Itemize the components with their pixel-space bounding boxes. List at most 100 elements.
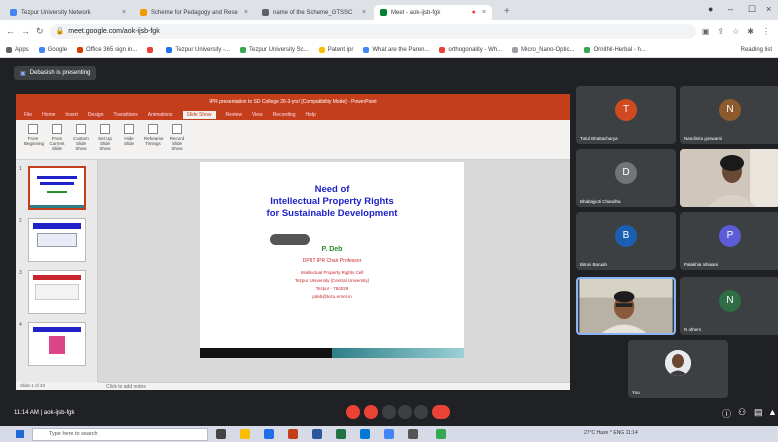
thumb-number: 3 [19,270,22,276]
bookmark-item[interactable]: Patent ipr [318,46,353,53]
browser-tab-active[interactable]: Meet - aok-ijsb-fgk ● × [374,5,492,20]
bookmark-item[interactable]: Tezpur University -... [166,46,230,53]
taskbar-search-input[interactable]: Type here to search [32,428,208,441]
bookmark-item[interactable] [147,46,156,53]
current-slide[interactable]: Need of Intellectual Property Rights for… [200,162,464,358]
bookmark-item[interactable]: Office 365 sign in... [77,46,138,53]
bookmark-item[interactable]: Google [38,46,67,53]
ribbon-button[interactable]: From Current Slide [48,124,66,151]
slide-footer-bar [200,348,464,358]
mic-off-icon[interactable] [346,405,360,419]
ribbon-button[interactable]: Hide Slide [120,124,138,146]
powerpoint-icon[interactable] [288,429,298,439]
star-icon[interactable]: ☆ [732,27,739,36]
back-icon[interactable]: ← [6,26,15,36]
chrome-icon[interactable] [384,429,394,439]
tab-favicon-icon [10,9,17,16]
present-icon[interactable] [414,405,428,419]
ribbon-button[interactable]: Rehearse Timings [144,124,164,146]
ribbon-button[interactable]: From Beginning [24,124,44,146]
bookmark-item[interactable]: What are the Paren... [363,46,429,53]
chat-icon[interactable]: ▤ [754,407,763,418]
self-tile[interactable]: You [628,340,728,398]
browser-tab[interactable]: Tezpur University Network × [4,5,132,20]
participant-avatar: B [615,225,637,247]
ppt-menu-tab[interactable]: Transitions [114,112,138,118]
ppt-menu-tab[interactable]: Design [88,112,104,118]
close-icon[interactable]: × [362,9,366,16]
slide-thumbnail[interactable] [28,270,86,314]
task-view-icon[interactable] [216,429,226,439]
camera-off-icon[interactable] [364,405,378,419]
bookmark-item[interactable]: Ornithil-Herbal - h... [584,46,646,53]
app-icon[interactable] [436,429,446,439]
bookmark-item[interactable]: orthogonality - Wh... [439,46,502,53]
participant-avatar: N [719,290,741,312]
participant-tile[interactable]: D Bhabajyoti Chandha [576,149,676,207]
maximize-icon[interactable]: ☐ [748,4,756,15]
participant-tile[interactable]: P Palakhia Ishiaani [680,212,778,270]
slide-thumbnail[interactable] [28,166,86,210]
activities-icon[interactable]: ▲ [768,407,777,417]
ribbon-icon [148,124,158,134]
slide-thumbnail[interactable] [28,218,86,262]
close-window-icon[interactable]: × [766,4,771,14]
reload-icon[interactable]: ↻ [36,26,44,37]
participant-video-tile[interactable] [680,149,778,207]
excel-icon[interactable] [336,429,346,439]
share-icon[interactable]: ⇪ [717,27,724,36]
app-icon[interactable] [408,429,418,439]
close-icon[interactable]: × [482,9,486,16]
bookmark-item[interactable]: Apps [6,46,29,53]
raise-hand-icon[interactable] [398,405,412,419]
ppt-menu-tab[interactable]: View [252,112,263,118]
ppt-menu-tab[interactable]: Home [42,112,55,118]
tab-favicon-icon [262,9,269,16]
ppt-menu-tab[interactable]: File [24,112,32,118]
notes-pane[interactable]: Click to add notes [98,382,570,390]
slide-thumbnail[interactable] [28,322,86,366]
browser-tab[interactable]: Scheme for Pedagogy and Rese × [134,5,254,20]
forward-icon[interactable]: → [21,26,30,36]
minimize-icon[interactable]: – [728,4,733,14]
ppt-menu-tab[interactable]: Insert [65,112,78,118]
browser-tab[interactable]: name of the Scheme_GTSSC × [256,5,372,20]
ppt-menu-tab[interactable]: Recording [273,112,296,118]
word-icon[interactable] [312,429,322,439]
close-icon[interactable]: × [244,9,248,16]
url-input[interactable]: 🔒 meet.google.com/aok-ijsb-fgk [49,23,696,39]
presenter-control-pill[interactable] [270,234,310,245]
menu-icon[interactable]: ⋮ [762,27,770,36]
participant-tile[interactable]: N N others [680,277,778,335]
bookmark-label: Office 365 sign in... [86,46,138,53]
info-icon[interactable]: ⓘ [722,407,731,420]
ribbon-button[interactable]: Set Up Slide Show [96,124,114,151]
participant-tile[interactable]: T Tutul Bhattacharya [576,86,676,144]
people-icon[interactable]: ⚇ [738,407,746,418]
new-tab-icon[interactable]: + [504,6,510,17]
ribbon-button[interactable]: Record Slide Show [168,124,186,151]
participant-tile[interactable]: N Nandinita goswami [680,86,778,144]
ppt-menu-tab[interactable]: Help [305,112,315,118]
participant-tile[interactable]: B Bitoni Baruah [576,212,676,270]
edge-icon[interactable] [264,429,274,439]
thumb-number: 1 [19,166,22,172]
bookmark-item[interactable]: Micro_Nano-Optic... [512,46,574,53]
ppt-menu-tab[interactable]: Review [226,112,242,118]
reading-list[interactable]: Reading list [741,47,778,53]
captions-icon[interactable] [382,405,396,419]
profile-icon[interactable]: ● [708,4,713,14]
camera-icon[interactable]: ▣ [702,27,710,36]
extensions-icon[interactable]: ✱ [747,27,754,36]
close-icon[interactable]: × [122,9,126,16]
ppt-menu-tab[interactable]: Slide Show [182,111,216,119]
mail-icon[interactable] [360,429,370,439]
ribbon-button[interactable]: Custom Slide Show [72,124,90,151]
windows-start-icon[interactable] [16,430,24,438]
ppt-menu-tab[interactable]: Animations [148,112,173,118]
bookmark-item[interactable]: Tezpur University Sc... [240,46,309,53]
file-explorer-icon[interactable] [240,429,250,439]
slide-author: P. Deb [321,246,343,253]
participant-video-tile[interactable] [576,277,676,335]
end-call-button[interactable] [432,405,450,419]
